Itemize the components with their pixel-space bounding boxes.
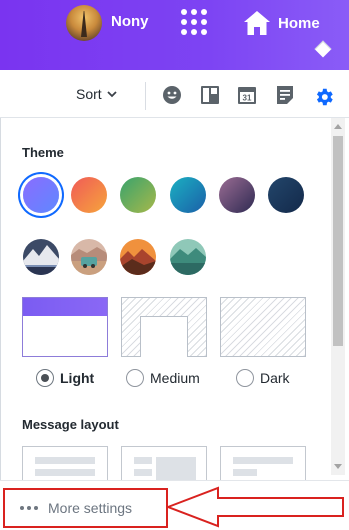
theme-swatch-navy[interactable] <box>268 177 304 213</box>
scroll-up-arrow[interactable] <box>334 124 342 129</box>
gear-icon <box>316 88 333 106</box>
mode-light-preview[interactable] <box>22 297 108 357</box>
theme-swatch-orange[interactable] <box>71 177 107 213</box>
grid-dots-icon[interactable] <box>181 9 208 36</box>
mode-medium-radio[interactable]: Medium <box>126 369 200 387</box>
chevron-down-icon <box>107 90 117 97</box>
theme-photo-autumn-forest[interactable] <box>120 239 156 275</box>
scroll-down-arrow[interactable] <box>334 464 342 469</box>
theme-swatch-blue-purple[interactable] <box>23 177 59 213</box>
radio-selected-icon[interactable] <box>36 369 54 387</box>
more-settings-button[interactable]: More settings <box>3 488 168 528</box>
radio-unselected-icon[interactable] <box>236 369 254 387</box>
theme-swatch-mauve[interactable] <box>219 177 255 213</box>
more-dots-icon <box>20 506 38 510</box>
home-icon <box>244 11 270 35</box>
eiffel-tower-icon <box>81 11 87 37</box>
smiley-icon[interactable] <box>162 85 182 105</box>
avatar[interactable] <box>66 5 102 41</box>
message-toolbar: Sort 31 <box>0 70 349 118</box>
theme-swatch-green[interactable] <box>120 177 156 213</box>
theme-title: Theme <box>22 145 64 160</box>
message-layout-title: Message layout <box>22 417 119 432</box>
calendar-day: 31 <box>243 94 252 103</box>
scroll-thumb[interactable] <box>333 136 343 346</box>
mode-dark-preview[interactable] <box>220 297 306 357</box>
mode-dark-radio[interactable]: Dark <box>236 369 290 387</box>
mode-light-label: Light <box>60 370 95 386</box>
home-label: Home <box>278 14 320 32</box>
theme-photo-desert-van[interactable] <box>71 239 107 275</box>
notepad-icon[interactable] <box>275 85 295 105</box>
mode-medium-label: Medium <box>150 370 200 386</box>
sort-button[interactable]: Sort <box>76 70 117 118</box>
mode-light-bar <box>23 298 107 316</box>
toolbar-divider <box>145 82 146 110</box>
scrollbar[interactable] <box>331 118 345 475</box>
mode-dark-label: Dark <box>260 370 290 386</box>
more-settings-label: More settings <box>48 500 133 516</box>
home-button[interactable]: Home <box>242 7 320 39</box>
mode-light-radio[interactable]: Light <box>36 369 94 387</box>
top-header: Nony Home <box>0 0 349 70</box>
red-arrow-annotation <box>166 486 344 528</box>
calendar-icon[interactable]: 31 <box>237 85 257 105</box>
settings-button[interactable] <box>311 86 337 108</box>
radio-unselected-icon[interactable] <box>126 369 144 387</box>
sort-label: Sort <box>76 86 102 102</box>
theme-photo-mountain-lake[interactable] <box>23 239 59 275</box>
theme-photo-turquoise-mountains[interactable] <box>170 239 206 275</box>
mode-medium-preview[interactable] <box>121 297 207 357</box>
user-name[interactable]: Nony <box>111 13 149 30</box>
layout-panel-icon[interactable] <box>200 85 220 105</box>
mode-medium-inner <box>140 316 188 357</box>
theme-swatch-blue[interactable] <box>170 177 206 213</box>
